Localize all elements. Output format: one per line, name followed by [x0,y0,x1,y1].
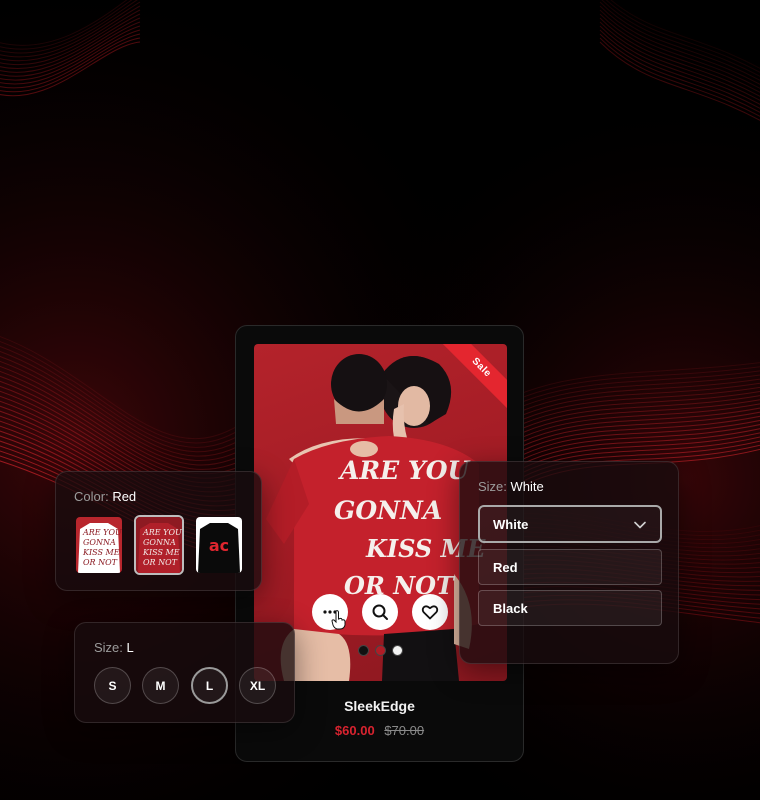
size-option-s[interactable]: S [94,667,131,704]
pagination-dot[interactable] [358,645,369,656]
dropdown-value: White [510,479,544,494]
dropdown-option-black[interactable]: Black [478,590,662,626]
original-price: $70.00 [384,723,425,738]
swatch-thumbnail: ARE YOUGONNAKISS MEOR NOT [136,517,182,573]
size-select[interactable]: White [478,505,662,543]
color-swatch-black[interactable]: ac [194,515,244,575]
sale-price: $60.00 [334,723,375,738]
size-option-l[interactable]: L [191,667,228,704]
dropdown-option-red[interactable]: Red [478,549,662,585]
svg-text:ARE YOU: ARE YOU [142,528,182,537]
color-swatch-red[interactable]: ARE YOU GONNA KISS ME OR NOT [134,515,184,575]
swatch-thumbnail: ac [196,517,242,573]
color-selector-panel: Color: Red ARE YOU GONNA KISS ME OR NOT ARE… [55,471,262,591]
svg-text:GONNA: GONNA [83,538,116,547]
size-option-xl[interactable]: XL [239,667,276,704]
swatch-thumbnail: ARE YOUGONNAKISS MEOR NOT [76,517,122,573]
pagination-dot[interactable] [375,645,386,656]
size-value: L [126,640,134,655]
svg-text:OR NOT: OR NOT [83,558,118,567]
search-icon [372,604,388,620]
color-label: Color: Red [74,489,137,504]
sale-badge: Sale [439,344,507,410]
quick-view-button[interactable] [362,594,398,630]
pagination-dot[interactable] [392,645,403,656]
sale-ribbon: Sale [437,344,507,414]
heart-icon [421,605,439,620]
svg-text:KISS ME: KISS ME [142,548,180,557]
select-current-value: White [493,516,529,532]
hand-cursor-icon [331,610,346,630]
color-swatch-white[interactable]: ARE YOU GONNA KISS ME OR NOT [74,515,124,575]
wishlist-button[interactable] [412,594,448,630]
svg-text:OR NOT: OR NOT [143,558,178,567]
chevron-down-icon [634,521,646,529]
svg-text:ac: ac [209,536,229,555]
svg-text:GONNA: GONNA [143,538,176,547]
color-value: Red [112,489,137,504]
svg-text:ARE YOU: ARE YOU [82,528,122,537]
price-row: $60.00 $70.00 [236,723,523,738]
shirt-print-line: GONNA [334,496,442,525]
size-selector-panel: Size: L S M L XL [74,622,295,723]
size-label: Size: L [94,640,134,655]
size-option-m[interactable]: M [142,667,179,704]
dropdown-label: Size: White [478,479,544,494]
shirt-print-line: ARE YOU [338,456,472,485]
size-dropdown-panel: Size: White White Red Black [459,461,679,664]
svg-text:KISS ME: KISS ME [82,548,120,557]
